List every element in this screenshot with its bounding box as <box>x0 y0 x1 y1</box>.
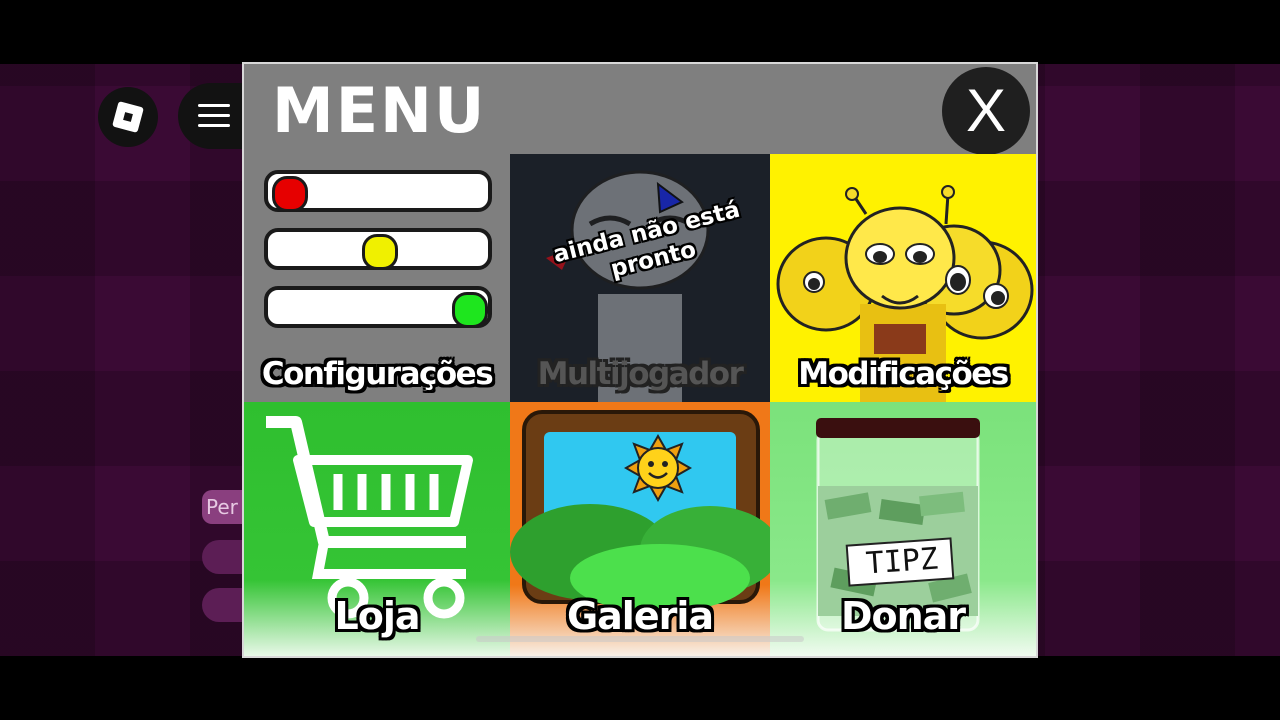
home-indicator[interactable] <box>476 636 804 642</box>
tile-label: Multijogador <box>537 356 744 392</box>
hamburger-menu-icon[interactable] <box>198 104 230 128</box>
tile-multijogador[interactable]: ainda não está pronto Multijogador <box>510 154 770 402</box>
menu-header: MENU X <box>244 64 1036 155</box>
tile-label: Galeria <box>566 594 714 638</box>
tile-donar[interactable]: TIPZ Donar <box>770 402 1036 656</box>
settings-slider <box>264 228 492 270</box>
tile-loja[interactable]: Loja <box>244 402 510 656</box>
tile-galeria[interactable]: Galeria <box>510 402 770 656</box>
tile-label: Configurações <box>261 356 494 392</box>
menu-panel: MENU X Configurações ainda não está pron… <box>244 64 1036 656</box>
slider-knob <box>362 234 398 270</box>
menu-title: MENU <box>272 74 487 147</box>
tile-configuracoes[interactable]: Configurações <box>244 154 510 402</box>
tip-jar-label: TIPZ <box>864 541 940 582</box>
tile-label: Modificações <box>798 356 1009 392</box>
slider-knob <box>272 176 308 212</box>
slider-knob <box>452 292 488 328</box>
settings-slider <box>264 170 492 212</box>
tile-modificacoes[interactable]: Modificações <box>770 154 1036 402</box>
roblox-logo-icon <box>112 101 144 133</box>
close-button[interactable]: X <box>942 67 1030 155</box>
tile-label: Loja <box>334 594 421 638</box>
tile-label: Donar <box>840 594 966 638</box>
settings-slider <box>264 286 492 328</box>
roblox-logo-button[interactable] <box>98 87 158 147</box>
